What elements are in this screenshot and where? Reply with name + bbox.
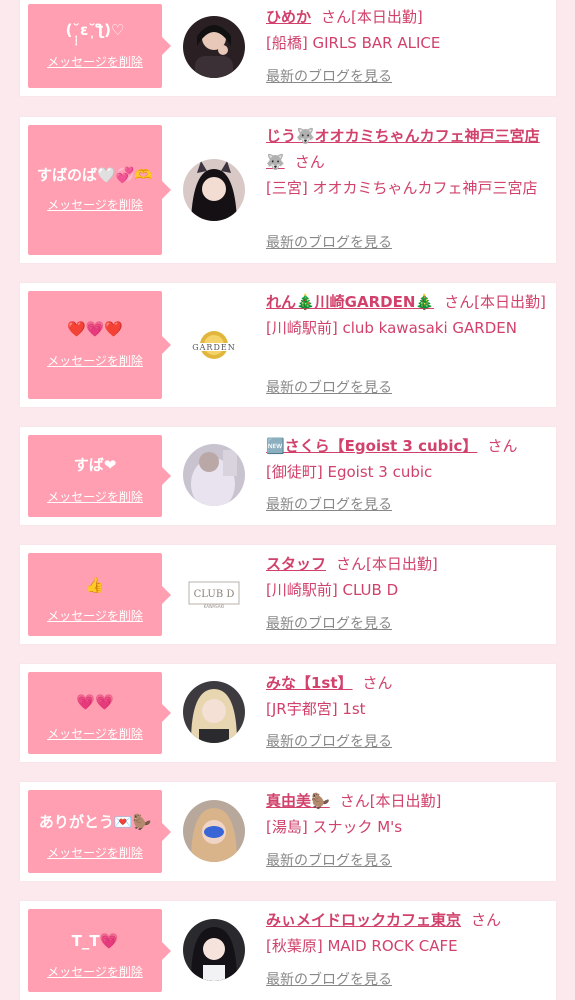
- message-text: (˘̩̩̩ε˘̩ƪ)♡: [65, 21, 125, 39]
- message-bubble: すば❤ メッセージを削除: [28, 435, 171, 517]
- cast-info: ひめか さん[本日出勤] [船橋] GIRLS BAR ALICE: [266, 4, 551, 56]
- latest-blog-link[interactable]: 最新のブログを見る: [266, 67, 392, 87]
- delete-message-link[interactable]: メッセージを削除: [28, 489, 162, 505]
- latest-blog-link[interactable]: 最新のブログを見る: [266, 614, 392, 634]
- delete-message-link[interactable]: メッセージを削除: [28, 197, 162, 213]
- honorific: さん: [471, 911, 502, 929]
- cast-name-link[interactable]: れん🎄川崎GARDEN🎄: [266, 293, 434, 311]
- avatar[interactable]: [183, 16, 245, 78]
- message-card: すば❤ メッセージを削除 🆕さくら【Egoist 3 cubic】 さん [御徒町…: [20, 427, 556, 525]
- honorific: さん: [444, 293, 475, 311]
- shop-label: [湯島] スナック M's: [266, 818, 403, 836]
- shop-label: [三宮] オオカミちゃんカフェ神戸三宮店: [266, 179, 538, 197]
- cast-info: 真由美🦫 さん[本日出勤] [湯島] スナック M's: [266, 788, 551, 840]
- status-label: [本日出勤]: [366, 555, 438, 573]
- status-label: [本日出勤]: [474, 293, 546, 311]
- delete-message-link[interactable]: メッセージを削除: [28, 845, 162, 861]
- latest-blog-link[interactable]: 最新のブログを見る: [266, 851, 392, 871]
- message-card: すばのば🤍💞🫶 メッセージを削除 じう🐺オオカミちゃんカフェ神戸三宮店🐺 さん […: [20, 117, 556, 263]
- honorific: さん: [362, 674, 393, 692]
- cast-name-link[interactable]: 🆕さくら【Egoist 3 cubic】: [266, 437, 477, 455]
- cast-info: じう🐺オオカミちゃんカフェ神戸三宮店🐺 さん [三宮] オオカミちゃんカフェ神戸三…: [266, 123, 551, 201]
- message-card: (˘̩̩̩ε˘̩ƪ)♡ メッセージを削除 ひめか さん[本日出勤] [船橋] GI…: [20, 0, 556, 96]
- svg-text:KAWASAKI: KAWASAKI: [204, 604, 225, 609]
- svg-text:CLUB D: CLUB D: [194, 589, 235, 600]
- message-card: 💗💗 メッセージを削除 みな【1st】 さん [JR宇都宮] 1st 最新のブログ…: [20, 664, 556, 762]
- cast-name-link[interactable]: ひめか: [266, 8, 311, 26]
- delete-message-link[interactable]: メッセージを削除: [28, 353, 162, 369]
- cast-info: スタッフ さん[本日出勤] [川崎駅前] CLUB D: [266, 551, 551, 603]
- svg-text:GARDEN: GARDEN: [192, 343, 235, 352]
- latest-blog-link[interactable]: 最新のブログを見る: [266, 732, 392, 752]
- honorific: さん: [339, 792, 370, 810]
- status-label: [本日出勤]: [369, 792, 442, 810]
- message-bubble: 💗💗 メッセージを削除: [28, 672, 171, 754]
- honorific: さん: [487, 437, 518, 455]
- message-card: 👍 メッセージを削除 CLUB D KAWASAKI スタッフ さん[本日出勤] …: [20, 545, 556, 644]
- message-text: すば❤: [73, 456, 117, 474]
- garden-logo[interactable]: GARDEN: [183, 315, 245, 377]
- honorific: さん: [336, 555, 367, 573]
- message-bubble: (˘̩̩̩ε˘̩ƪ)♡ メッセージを削除: [28, 4, 171, 88]
- message-card: T_T💗 メッセージを削除 みぃメイドロックカフェ東京 さん [秋葉原] MAID…: [20, 901, 556, 1000]
- club-d-logo[interactable]: CLUB D KAWASAKI: [183, 563, 245, 625]
- delete-message-link[interactable]: メッセージを削除: [28, 608, 162, 624]
- message-text: 👍: [85, 576, 105, 594]
- delete-message-link[interactable]: メッセージを削除: [28, 726, 162, 742]
- latest-blog-link[interactable]: 最新のブログを見る: [266, 233, 392, 253]
- latest-blog-link[interactable]: 最新のブログを見る: [266, 970, 392, 990]
- cast-name-link[interactable]: みぃメイドロックカフェ東京: [266, 911, 461, 929]
- latest-blog-link[interactable]: 最新のブログを見る: [266, 378, 392, 398]
- shop-label: [川崎駅前] club kawasaki GARDEN: [266, 319, 517, 337]
- delete-message-link[interactable]: メッセージを削除: [28, 964, 162, 980]
- avatar[interactable]: [183, 444, 245, 506]
- message-bubble: ありがとう💌🦫 メッセージを削除: [28, 790, 171, 873]
- honorific: さん: [321, 8, 352, 26]
- message-bubble: すばのば🤍💞🫶 メッセージを削除: [28, 125, 171, 255]
- shop-label: [御徒町] Egoist 3 cubic: [266, 463, 433, 481]
- shop-label: [JR宇都宮] 1st: [266, 700, 366, 718]
- message-text: 💗💗: [76, 693, 114, 711]
- cast-name-link[interactable]: 真由美🦫: [266, 792, 330, 810]
- message-text: すばのば🤍💞🫶: [36, 166, 154, 184]
- message-bubble: ❤️💗❤️ メッセージを削除: [28, 291, 171, 399]
- message-text: ❤️💗❤️: [66, 320, 124, 338]
- shop-label: [川崎駅前] CLUB D: [266, 581, 399, 599]
- cast-name-link[interactable]: スタッフ: [266, 555, 326, 573]
- message-card: ❤️💗❤️ メッセージを削除 GARDEN れん🎄川崎GARDEN🎄 さん[本日出…: [20, 283, 556, 407]
- message-card: ありがとう💌🦫 メッセージを削除 真由美🦫 さん[本日出勤] [湯島] スナック …: [20, 782, 556, 881]
- honorific: さん: [294, 153, 325, 171]
- cast-name-link[interactable]: みな【1st】: [266, 674, 353, 692]
- avatar[interactable]: [183, 681, 245, 743]
- message-text: T_T💗: [71, 932, 119, 950]
- message-text: ありがとう💌🦫: [38, 813, 152, 831]
- shop-label: [秋葉原] MAID ROCK CAFE: [266, 937, 458, 955]
- shop-label: [船橋] GIRLS BAR ALICE: [266, 34, 441, 52]
- avatar[interactable]: [183, 800, 245, 862]
- latest-blog-link[interactable]: 最新のブログを見る: [266, 495, 392, 515]
- message-bubble: T_T💗 メッセージを削除: [28, 909, 171, 992]
- cast-info: れん🎄川崎GARDEN🎄 さん[本日出勤] [川崎駅前] club kawasak…: [266, 289, 551, 341]
- delete-message-link[interactable]: メッセージを削除: [28, 54, 162, 70]
- message-bubble: 👍 メッセージを削除: [28, 553, 171, 636]
- status-label: [本日出勤]: [351, 8, 423, 26]
- cast-info: みな【1st】 さん [JR宇都宮] 1st: [266, 670, 551, 722]
- avatar[interactable]: [183, 919, 245, 981]
- avatar[interactable]: [183, 159, 245, 221]
- cast-info: みぃメイドロックカフェ東京 さん [秋葉原] MAID ROCK CAFE: [266, 907, 551, 959]
- cast-info: 🆕さくら【Egoist 3 cubic】 さん [御徒町] Egoist 3 cu…: [266, 433, 551, 485]
